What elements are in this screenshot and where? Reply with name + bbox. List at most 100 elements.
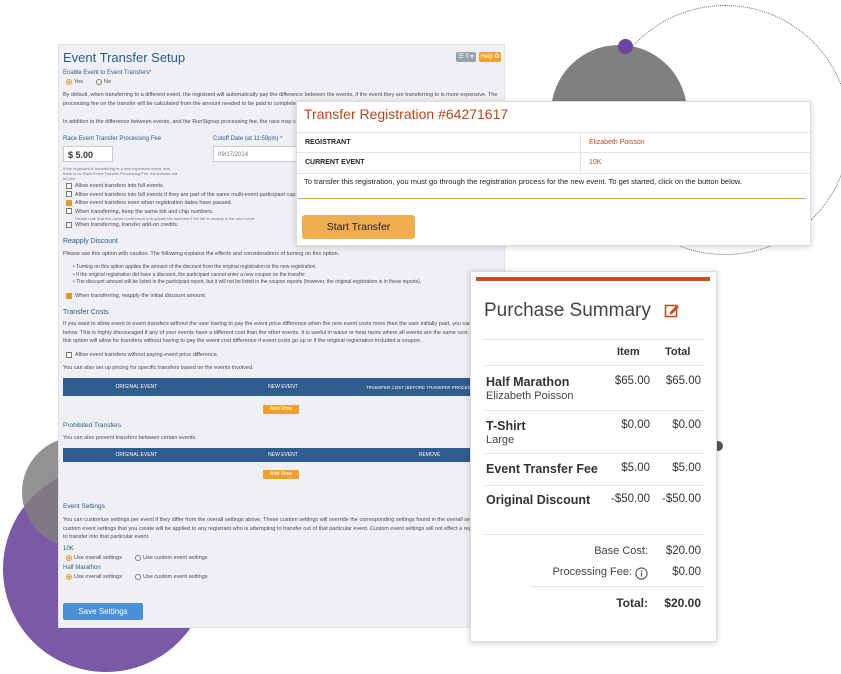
line-item-price: $65.00: [614, 375, 650, 387]
addon-label: When transferring, transfer add-on credi…: [75, 222, 179, 228]
transfer-option-checkbox[interactable]: [66, 208, 72, 215]
help-button[interactable]: Help ✪: [479, 52, 501, 62]
divider: [484, 410, 704, 411]
transfer-option-checkbox[interactable]: [66, 182, 72, 189]
col-new-event: NEW EVENT: [268, 384, 298, 390]
costs-pricing-text: You can also set up pricing for specific…: [63, 365, 254, 371]
event-half-custom-radio[interactable]: [135, 573, 141, 580]
event-10k-custom-radio[interactable]: [135, 554, 141, 561]
page-title: Event Transfer Setup: [63, 50, 186, 65]
default-text-1: By default, when transferring to a diffe…: [63, 92, 498, 98]
divider: [484, 339, 704, 340]
line-item-total: -$50.00: [661, 493, 701, 505]
processing-fee-value: $0.00: [672, 566, 701, 578]
transfer-title: Transfer Registration #64271617: [304, 106, 509, 122]
line-item-sub: Large: [486, 434, 515, 446]
fee-note: If the registrant is transferring to a l…: [63, 166, 178, 181]
event-10k-overall-option[interactable]: Use overall settings: [66, 554, 122, 563]
event-name-half-marathon: Half Marathon: [63, 565, 101, 571]
enable-no-option[interactable]: No: [96, 78, 111, 87]
event-10k-custom-option[interactable]: Use custom event settings: [135, 554, 208, 563]
transfer-options-list: Allow event transfers into full events. A…: [66, 182, 306, 230]
transfer-option-checkbox[interactable]: [66, 191, 72, 198]
purchase-summary-title: Purchase Summary: [484, 300, 651, 321]
event-half-overall-radio[interactable]: [66, 573, 72, 580]
save-settings-button[interactable]: Save Settings: [63, 603, 143, 620]
transfer-costs-title: Transfer Costs: [63, 309, 109, 316]
cutoff-label: Cutoff Date (at 11:59pm) *: [213, 136, 283, 142]
prohibited-table-header: ORIGINAL EVENT NEW EVENT REMOVE: [63, 448, 503, 462]
divider: [298, 198, 806, 199]
processing-fee-label: Processing Fee:: [552, 566, 632, 578]
event-half-custom-option[interactable]: Use custom event settings: [135, 573, 208, 582]
enable-yes-radio[interactable]: [66, 78, 72, 85]
total-label: Total:: [616, 596, 648, 610]
reapply-checkbox[interactable]: [66, 292, 72, 299]
divider: [530, 586, 704, 587]
default-text-2: processing fee on the transfer will be c…: [63, 101, 303, 107]
enable-no-radio[interactable]: [96, 78, 102, 85]
line-item-price: -$50.00: [610, 493, 650, 505]
start-transfer-button[interactable]: Start Transfer: [302, 215, 415, 239]
summary-accent-bar: [476, 277, 710, 281]
reapply-bullets: • Turning on this option applies the amo…: [73, 264, 493, 287]
costs-option-label: Allow event transfers without paying eve…: [75, 352, 219, 358]
reapply-bullet: • The discount amount will be listed in …: [73, 279, 422, 285]
prohibited-transfers-title: Prohibited Transfers: [63, 422, 122, 429]
reapply-bullet: • If the original registration did have …: [73, 271, 307, 278]
addon-checkbox[interactable]: [66, 221, 72, 228]
registrant-value: Elizabeth Poisson: [589, 139, 645, 146]
reapply-option[interactable]: When transferring, reapply the initial d…: [66, 292, 206, 301]
divider: [484, 453, 704, 454]
edit-icon[interactable]: [664, 302, 680, 318]
costs-checkbox[interactable]: [66, 351, 72, 358]
current-event-label: CURRENT EVENT: [305, 159, 365, 166]
line-item-total: $65.00: [665, 375, 701, 387]
enable-transfers-label: Enable Event to Event Transfers*: [63, 70, 152, 76]
reapply-discount-title: Reapply Discount: [63, 238, 118, 245]
line-item-price: $5.00: [621, 462, 650, 474]
transfer-option-label: Allow event transfers into full events.: [75, 183, 165, 189]
event-10k-overall-radio[interactable]: [66, 554, 72, 561]
line-item-name: T-Shirt: [486, 419, 526, 433]
col-new-event: NEW EVENT: [268, 452, 298, 458]
costs-add-row-button[interactable]: Add Row: [263, 405, 299, 414]
info-icon[interactable]: [635, 567, 648, 580]
fee-label: Race Event Transfer Processing Fee: [63, 136, 162, 142]
col-original-event: ORIGINAL EVENT: [115, 452, 158, 458]
prohibited-add-row-button[interactable]: Add Row: [263, 470, 299, 479]
current-event-row: CURRENT EVENT 10K: [297, 152, 810, 174]
event-settings-text: You can customize settings per event if …: [63, 517, 478, 540]
tools-dropdown-button[interactable]: ☰ 0 ▾: [456, 52, 476, 62]
line-item-name: Original Discount: [486, 493, 591, 507]
transfer-option[interactable]: Allow event transfers even when registra…: [66, 199, 306, 208]
line-item-name: Event Transfer Fee: [486, 462, 598, 476]
enable-yes-option[interactable]: Yes: [66, 78, 83, 87]
col-item-header: Item: [617, 346, 640, 358]
enable-yes-label: Yes: [74, 79, 83, 85]
divider: [484, 534, 704, 535]
line-item-name: Half Marathon: [486, 375, 570, 389]
transfer-option[interactable]: Allow event transfers into full events i…: [66, 191, 306, 200]
reapply-label: When transferring, reapply the initial d…: [75, 293, 207, 299]
line-item-total: $0.00: [672, 419, 701, 431]
transfer-option[interactable]: Allow event transfers into full events.: [66, 182, 306, 191]
transfer-option-label: Allow event transfers into full events i…: [75, 191, 297, 198]
addon-option[interactable]: When transferring, transfer add-on credi…: [66, 221, 306, 230]
transfer-option[interactable]: When transferring, keep the same bib and…: [66, 208, 306, 217]
transfer-option-label: When transferring, keep the same bib and…: [75, 208, 214, 215]
current-event-value: 10K: [589, 159, 602, 166]
divider: [484, 485, 704, 486]
costs-option[interactable]: Allow event transfers without paying eve…: [66, 351, 218, 360]
transfer-option-checkbox[interactable]: [66, 199, 72, 206]
event-half-overall-option[interactable]: Use overall settings: [66, 573, 122, 582]
addition-text: In addition to the difference between ev…: [63, 119, 298, 125]
col-original-event: ORIGINAL EVENT: [115, 384, 158, 390]
reapply-bullet: • Turning on this option applies the amo…: [73, 264, 317, 270]
total-value: $20.00: [664, 596, 701, 610]
col-total-header: Total: [665, 346, 691, 358]
cutoff-date-input[interactable]: 09/17/2024: [213, 146, 303, 162]
base-cost-label: Base Cost:: [594, 545, 648, 557]
processing-fee-input[interactable]: $ 5.00: [63, 146, 113, 162]
registrant-label: REGISTRANT: [305, 139, 351, 146]
